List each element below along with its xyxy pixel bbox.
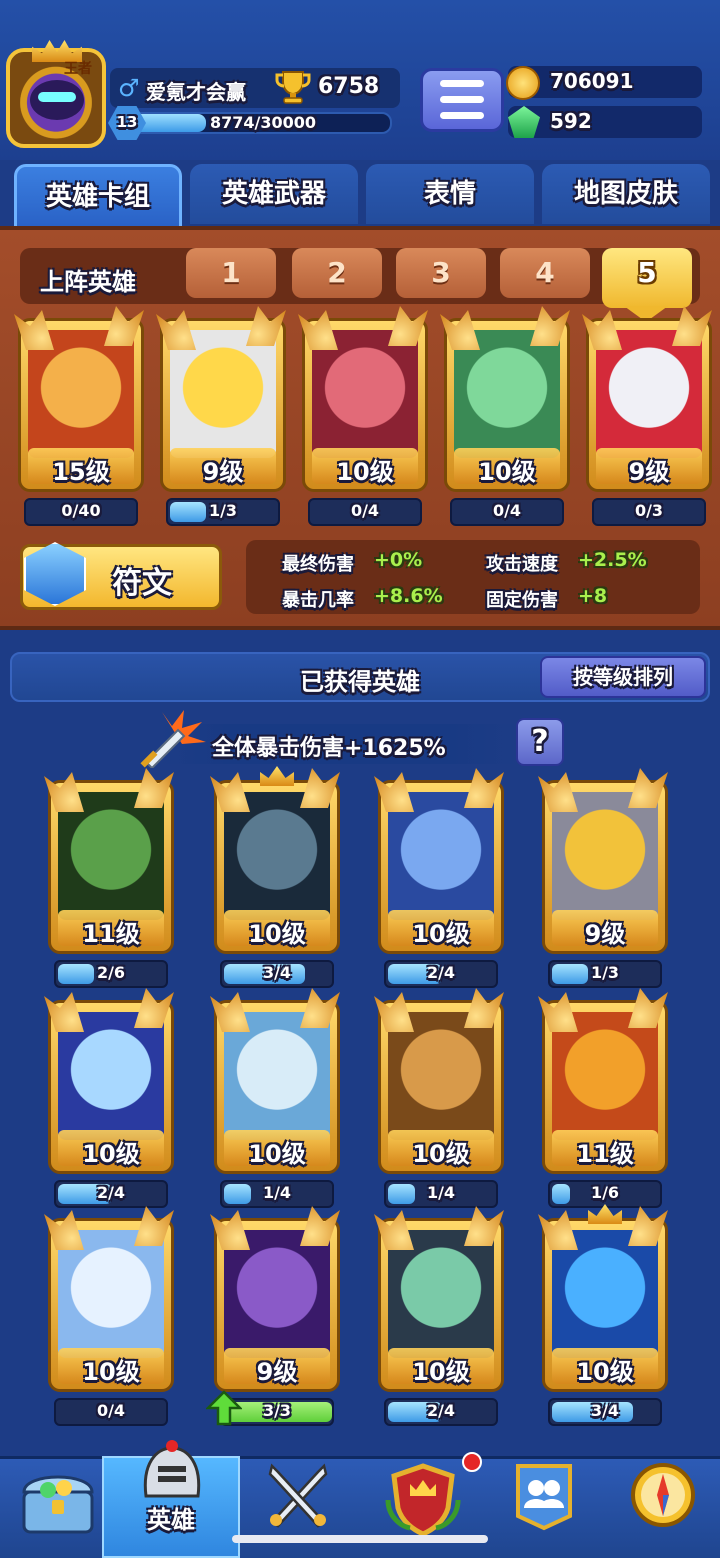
trophy-count: 6758 xyxy=(318,74,380,99)
friends-banner-icon[interactable] xyxy=(508,1460,580,1532)
hero-level: 10级 xyxy=(82,1140,140,1168)
hero-level: 10级 xyxy=(336,458,394,486)
hero-card-count: 2/6 xyxy=(96,963,126,982)
hero-level: 10级 xyxy=(576,1358,634,1386)
hero-level: 10级 xyxy=(412,920,470,948)
deck-label: 上阵英雄 xyxy=(40,268,136,296)
hero-level: 11级 xyxy=(82,920,140,948)
avatar-eyes xyxy=(38,92,76,102)
tab-emotes[interactable]: 表情 xyxy=(366,164,534,224)
xp-progress-text: 8774/30000 xyxy=(210,113,317,132)
player-name: 爱氪才会赢 xyxy=(146,80,246,104)
hero-level: 10级 xyxy=(82,1358,140,1386)
hamburger-icon-line xyxy=(440,96,484,103)
hero-level: 10级 xyxy=(478,458,536,486)
crown-icon xyxy=(260,766,294,786)
hero-card-count: 0/3 xyxy=(634,501,664,520)
nav-heroes-label[interactable]: 英雄 xyxy=(102,1500,240,1535)
hero-level: 9级 xyxy=(628,458,670,486)
hero-level: 11级 xyxy=(576,1140,634,1168)
hero-level: 10级 xyxy=(248,920,306,948)
hero-card-count: 3/4 xyxy=(262,963,292,982)
tab-hero-deck[interactable]: 英雄卡组 xyxy=(14,164,182,226)
upgrade-arrow-icon xyxy=(206,1390,242,1426)
flaming-sword-icon xyxy=(140,710,206,768)
hero-card-count: 0/4 xyxy=(350,501,380,520)
hero-card-count: 1/6 xyxy=(590,1183,620,1202)
hero-card-count: 2/4 xyxy=(96,1183,126,1202)
stat-label-crit-chance: 暴击几率 xyxy=(282,590,354,611)
deck-slot-3[interactable]: 3 xyxy=(396,248,486,298)
hero-card-count: 2/4 xyxy=(426,1401,456,1420)
gold-amount: 706091 xyxy=(550,69,634,93)
clan-notification-dot xyxy=(462,1452,482,1472)
hero-card-count: 1/4 xyxy=(426,1183,456,1202)
hamburger-icon-line xyxy=(440,112,484,119)
hero-level: 10级 xyxy=(412,1140,470,1168)
hero-card-count: 1/3 xyxy=(590,963,620,982)
stat-value-crit-chance: +8.6% xyxy=(374,585,443,607)
stat-label-attack-speed: 攻击速度 xyxy=(486,554,558,575)
hero-level: 9级 xyxy=(202,458,244,486)
male-gender-icon: ♂ xyxy=(118,74,140,102)
trophy-icon xyxy=(275,71,311,104)
avatar-rank-title: 王者 xyxy=(64,61,92,77)
sort-by-level-button[interactable]: 按等级排列 xyxy=(540,656,706,698)
stat-label-fixed-damage: 固定伤害 xyxy=(486,590,558,611)
treasure-chest-icon[interactable] xyxy=(18,1462,98,1538)
tab-hero-weapons[interactable]: 英雄武器 xyxy=(190,164,358,224)
deck-slot-2[interactable]: 2 xyxy=(292,248,382,298)
clan-shield-icon[interactable] xyxy=(384,1460,462,1536)
rune-label: 符文 xyxy=(112,566,172,601)
tab-map-skins[interactable]: 地图皮肤 xyxy=(542,164,710,224)
stat-label-final-damage: 最终伤害 xyxy=(282,554,354,575)
help-button[interactable]: ? xyxy=(516,718,564,766)
deck-slot-5[interactable]: 5 xyxy=(602,248,692,308)
stat-value-attack-speed: +2.5% xyxy=(578,549,647,571)
crossed-swords-icon[interactable] xyxy=(262,1460,334,1532)
player-level: 13 xyxy=(116,113,138,131)
hero-level: 10级 xyxy=(248,1140,306,1168)
crit-damage-bonus: 全体暴击伤害+1625% xyxy=(212,736,446,761)
stat-value-fixed-damage: +8 xyxy=(578,585,608,607)
hero-card-count: 1/3 xyxy=(208,501,238,520)
hamburger-icon xyxy=(440,80,484,87)
hero-card-count: 2/4 xyxy=(426,963,456,982)
hero-level: 9级 xyxy=(256,1358,298,1386)
gold-coin-icon xyxy=(506,66,540,100)
knight-helmet-icon[interactable] xyxy=(136,1440,208,1500)
deck-slot-1[interactable]: 1 xyxy=(186,248,276,298)
hero-level: 15级 xyxy=(52,458,110,486)
hero-card-count: 0/4 xyxy=(492,501,522,520)
home-indicator[interactable] xyxy=(232,1535,488,1543)
hero-card-count: 0/4 xyxy=(96,1401,126,1420)
hero-card-count: 3/4 xyxy=(590,1401,620,1420)
hero-card-count: 1/4 xyxy=(262,1183,292,1202)
gem-amount: 592 xyxy=(550,109,592,133)
hero-level: 10级 xyxy=(412,1358,470,1386)
compass-icon[interactable] xyxy=(628,1460,698,1530)
stat-value-final-damage: +0% xyxy=(374,549,423,571)
hero-level: 9级 xyxy=(584,920,626,948)
deck-slot-4[interactable]: 4 xyxy=(500,248,590,298)
hero-card-count: 0/40 xyxy=(61,501,101,520)
